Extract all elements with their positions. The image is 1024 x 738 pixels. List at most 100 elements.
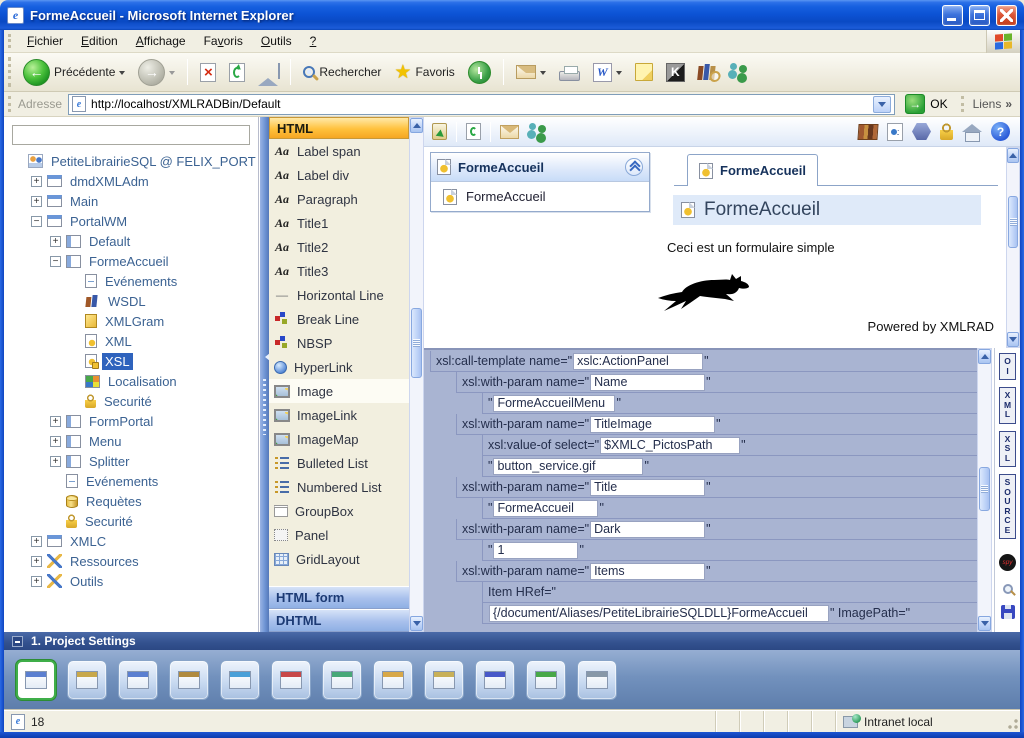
tab-formeaccueil[interactable]: FormeAccueil	[687, 154, 818, 186]
tree-expander-icon[interactable]: +	[31, 536, 42, 547]
toolbox-scrollbar[interactable]	[409, 117, 424, 632]
tree-item-ev-nements[interactable]: Evénements	[10, 271, 258, 291]
scroll-down-button[interactable]	[1007, 332, 1019, 347]
tree-item-main[interactable]: +Main	[10, 191, 258, 211]
toolbar-grip[interactable]	[8, 96, 11, 112]
toolbox-item-imagemap[interactable]: ImageMap	[269, 427, 409, 451]
tree-expander-icon[interactable]: +	[31, 196, 42, 207]
source-value-input[interactable]: Dark	[590, 521, 705, 538]
word-dropdown-icon[interactable]	[616, 71, 622, 78]
source-value-input[interactable]: FormeAccueilMenu	[493, 395, 615, 412]
maximize-button[interactable]	[969, 5, 990, 26]
tree-item-splitter[interactable]: +Splitter	[10, 451, 258, 471]
tree-item-petitelibrairiesql-felix-port[interactable]: PetiteLibrairieSQL @ FELIX_PORT	[10, 151, 258, 171]
source-value-input[interactable]: FormeAccueil	[493, 500, 598, 517]
package-icon[interactable]	[432, 123, 447, 140]
project-step-3-button[interactable]	[118, 660, 158, 700]
preview-scrollbar[interactable]	[1006, 147, 1020, 348]
title-bar[interactable]: e FormeAccueil - Microsoft Internet Expl…	[0, 0, 1024, 30]
toolbox-item-panel[interactable]: Panel	[269, 523, 409, 547]
tree-item-menu[interactable]: +Menu	[10, 431, 258, 451]
tree-expander-icon[interactable]: +	[31, 556, 42, 567]
menu-help[interactable]: ?	[301, 31, 326, 51]
toolbox-item-title2[interactable]: AaTitle2	[269, 235, 409, 259]
toolbox-item-gridlayout[interactable]: GridLayout	[269, 547, 409, 571]
tree-filter-input[interactable]	[12, 125, 250, 145]
toolbox-item-numbered-list[interactable]: Numbered List	[269, 475, 409, 499]
report-icon[interactable]	[887, 123, 903, 141]
source-value-input[interactable]: TitleImage	[590, 416, 715, 433]
scroll-up-button[interactable]	[1007, 148, 1019, 163]
source-value-input[interactable]: {/document/Aliases/PetiteLibrairieSQLDLL…	[489, 605, 829, 622]
tree-item-wsdl[interactable]: WSDL	[10, 291, 258, 311]
forward-dropdown-icon[interactable]	[169, 71, 175, 78]
menu-favoris[interactable]: Favoris	[195, 31, 252, 51]
scroll-up-button[interactable]	[978, 349, 991, 364]
project-step-9-button[interactable]	[424, 660, 464, 700]
side-tab-oi[interactable]: O I	[999, 353, 1016, 380]
history-button[interactable]	[463, 59, 496, 86]
back-dropdown-icon[interactable]	[119, 71, 125, 78]
edit-word-button[interactable]: W	[588, 61, 627, 84]
research-button[interactable]	[693, 62, 720, 82]
tree-item-ev-nements[interactable]: Evénements	[10, 471, 258, 491]
source-value-input[interactable]: Name	[590, 374, 705, 391]
address-dropdown-button[interactable]	[873, 96, 891, 113]
save-icon[interactable]	[1001, 605, 1015, 619]
source-value-input[interactable]: Items	[590, 563, 705, 580]
project-step-6-button[interactable]	[271, 660, 311, 700]
tree-expander-icon[interactable]: −	[31, 216, 42, 227]
project-settings-bar[interactable]: 1. Project Settings	[4, 632, 1020, 650]
menu-edition[interactable]: Edition	[72, 31, 127, 51]
tree-item-ressources[interactable]: +Ressources	[10, 551, 258, 571]
project-step-1-button[interactable]	[16, 660, 56, 700]
project-step-10-button[interactable]	[475, 660, 515, 700]
scrollbar-thumb[interactable]	[1008, 196, 1018, 248]
tree-expander-icon[interactable]: +	[50, 236, 61, 247]
toolbox-item-title3[interactable]: AaTitle3	[269, 259, 409, 283]
tree-item-formeaccueil[interactable]: −FormeAccueil	[10, 251, 258, 271]
links-menu[interactable]: Liens »	[973, 97, 1012, 111]
toolbox-item-image[interactable]: Image	[269, 379, 409, 403]
toolbar-grip[interactable]	[8, 34, 11, 48]
menu-fichier[interactable]: Fichier	[18, 31, 72, 51]
toolbox-item-title1[interactable]: AaTitle1	[269, 211, 409, 235]
home-icon[interactable]	[962, 124, 982, 140]
source-value-input[interactable]: $XMLC_PictosPath	[600, 437, 740, 454]
tree-item-securit[interactable]: Securité	[10, 391, 258, 411]
toolbox-item-break-line[interactable]: Break Line	[269, 307, 409, 331]
action-panel-header[interactable]: FormeAccueil	[431, 153, 649, 182]
side-tab-xml[interactable]: X M L	[999, 387, 1016, 424]
tree-item-formportal[interactable]: +FormPortal	[10, 411, 258, 431]
notes-button[interactable]	[630, 61, 658, 83]
project-step-11-button[interactable]	[526, 660, 566, 700]
tree-item-dmdxmladm[interactable]: +dmdXMLAdm	[10, 171, 258, 191]
tree-expander-icon[interactable]: +	[31, 176, 42, 187]
project-step-4-button[interactable]	[169, 660, 209, 700]
tree-item-xsl[interactable]: XSL	[10, 351, 258, 371]
close-button[interactable]	[996, 5, 1017, 26]
toolbox-item-hyperlink[interactable]: HyperLink	[269, 355, 409, 379]
tree-item-xmlgram[interactable]: XMLGram	[10, 311, 258, 331]
back-button[interactable]: ← Précédente	[18, 57, 130, 88]
collapse-section-icon[interactable]	[12, 636, 23, 647]
minimize-button[interactable]	[942, 5, 963, 26]
project-step-5-button[interactable]	[220, 660, 260, 700]
tree-expander-icon[interactable]: +	[31, 576, 42, 587]
tree-item-xmlc[interactable]: +XMLC	[10, 531, 258, 551]
forward-button[interactable]: →	[133, 57, 180, 88]
tree-item-localisation[interactable]: Localisation	[10, 371, 258, 391]
toolbox-item-imagelink[interactable]: ImageLink	[269, 403, 409, 427]
collapse-panel-button[interactable]	[625, 158, 643, 176]
resize-grip[interactable]	[1005, 711, 1020, 732]
zoom-icon[interactable]	[1003, 584, 1013, 594]
k-tool-button[interactable]: K	[661, 61, 690, 84]
home-button[interactable]	[253, 62, 283, 82]
library-icon[interactable]	[857, 124, 878, 140]
tree-item-default[interactable]: +Default	[10, 231, 258, 251]
menu-outils[interactable]: Outils	[252, 31, 301, 51]
messenger-button[interactable]	[723, 60, 755, 84]
go-button[interactable]: → OK	[901, 94, 951, 114]
scroll-down-button[interactable]	[410, 616, 423, 631]
spy-icon[interactable]: spy	[999, 554, 1016, 571]
